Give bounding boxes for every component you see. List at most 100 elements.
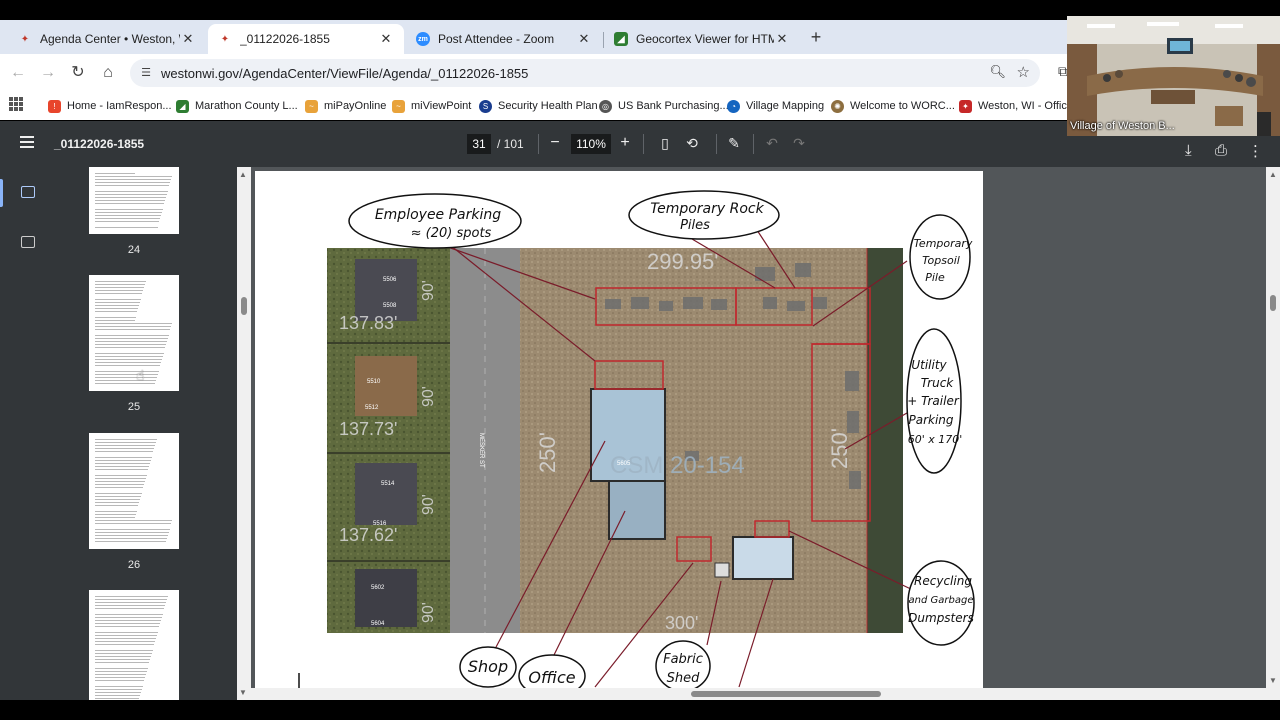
fit-page-icon[interactable]: ▯ [655, 133, 675, 153]
rotate-icon[interactable]: ⟲ [682, 133, 702, 153]
thumbnail-text-line [95, 692, 141, 693]
scroll-up-arrow-icon[interactable]: ▲ [1269, 170, 1277, 179]
forward-button[interactable]: → [37, 62, 59, 84]
tab-zoom[interactable]: zm Post Attendee - Zoom ✕ [406, 24, 602, 54]
house-number: 5514 [381, 481, 395, 487]
scrollbar-thumb[interactable] [1270, 295, 1276, 311]
download-icon[interactable]: ⤓ [1185, 142, 1192, 159]
bookmark-item[interactable]: ! Home - IamRespon... [48, 96, 172, 116]
more-options-icon[interactable]: ⋮ [1248, 142, 1263, 160]
pdf-viewer[interactable]: ▲ ▼ 299.95' 300' CSM 20-154 137.83' 137.… [237, 167, 1280, 700]
bookmark-label: US Bank Purchasing... [618, 100, 729, 112]
undo-icon[interactable]: ↶ [762, 133, 782, 153]
page-scrollbar[interactable]: ▲ ▼ [1266, 167, 1280, 700]
tab-title: Agenda Center • Weston, WI • C [40, 32, 180, 46]
thumbnail-text-line [95, 674, 146, 675]
bookmark-star-icon[interactable]: ☆ [1017, 63, 1030, 81]
pdf-menu-icon[interactable] [20, 136, 34, 148]
annotate-pen-icon[interactable]: ✎ [724, 133, 744, 153]
thumbnail-text-line [95, 662, 149, 663]
bookmark-item[interactable]: ◎ US Bank Purchasing... [599, 96, 729, 116]
page-thumbnail[interactable] [89, 167, 179, 234]
bookmark-favicon-icon: ◢ [176, 99, 189, 113]
screen: ✦ Agenda Center • Weston, WI • C ✕ ✦ _01… [0, 0, 1280, 720]
toolbar-divider [643, 134, 644, 154]
bookmark-label: miPayOnline [324, 100, 387, 112]
close-icon[interactable]: ✕ [576, 31, 592, 47]
redo-icon[interactable]: ↷ [789, 133, 809, 153]
scrollbar-thumb[interactable] [241, 297, 247, 315]
thumbnail-text-line [95, 218, 160, 219]
zoom-video-overlay[interactable]: Village of Weston B... [1067, 16, 1280, 136]
street-label: MESKER ST [478, 433, 484, 468]
apps-grid-icon[interactable] [9, 97, 23, 111]
meeting-room-video [1067, 16, 1280, 136]
tab-title: Post Attendee - Zoom [438, 32, 555, 46]
zoom-in-button[interactable]: + [615, 133, 635, 153]
thumbnail-text-line [95, 293, 142, 294]
house-number: 5512 [365, 405, 379, 411]
close-icon[interactable]: ✕ [378, 31, 394, 47]
outline-icon[interactable] [21, 236, 35, 248]
address-bar[interactable]: ☰ westonwi.gov/AgendaCenter/ViewFile/Age… [130, 59, 1040, 87]
scroll-down-arrow-icon[interactable]: ▼ [239, 688, 247, 697]
tab-agenda-center[interactable]: ✦ Agenda Center • Weston, WI • C ✕ [8, 24, 206, 54]
thumbnail-text-line [95, 517, 135, 518]
page-number-input[interactable]: 31 [467, 134, 491, 154]
bookmark-item[interactable]: ◔ Village Mapping [727, 96, 824, 116]
thumbnail-text-line [95, 209, 163, 210]
thumbnail-text-line [95, 439, 157, 440]
close-icon[interactable]: ✕ [774, 31, 790, 47]
lot-depth: 90' [420, 602, 437, 623]
lot-depth: 90' [420, 386, 437, 407]
back-button[interactable]: ← [7, 62, 29, 84]
bookmark-item[interactable]: ◢ Marathon County L... [176, 96, 298, 116]
bookmark-item[interactable]: S Security Health Plan [479, 96, 598, 116]
thumbnail-text-line [95, 511, 137, 512]
page-thumbnail[interactable] [89, 590, 179, 700]
zoom-out-button[interactable]: − [545, 133, 565, 153]
url-text: westonwi.gov/AgendaCenter/ViewFile/Agend… [161, 66, 529, 81]
bookmark-item[interactable]: ✺ Welcome to WORC... [831, 96, 955, 116]
zoom-magnifier-icon[interactable]: 🔍︎ [989, 64, 1006, 80]
tab-geocortex[interactable]: ◢ Geocortex Viewer for HTML5 ✕ [604, 24, 800, 54]
bookmark-favicon-icon: ✦ [959, 99, 972, 113]
thumbnails-icon[interactable] [21, 186, 35, 198]
bookmark-item[interactable]: ~ miPayOnline [305, 96, 386, 116]
house-number: 5605 [617, 461, 631, 467]
thumbnail-scrollbar[interactable]: ▲ ▼ [237, 167, 251, 700]
home-button[interactable]: ⌂ [97, 62, 119, 84]
thumbnail-text-line [95, 680, 144, 681]
bookmark-item[interactable]: ~ miViewPoint [392, 96, 471, 116]
site-info-icon[interactable]: ☰ [138, 65, 154, 81]
page-thumbnail[interactable] [89, 275, 179, 391]
thumbnail-text-line [95, 650, 153, 651]
zoom-level-input[interactable]: 110% [571, 134, 611, 154]
thumbnail-text-line [95, 383, 155, 384]
close-icon[interactable]: ✕ [180, 31, 196, 47]
thumbnail-text-line [95, 380, 156, 381]
thumbnail-text-line [95, 305, 139, 306]
thumbnail-text-line [95, 686, 143, 687]
scroll-down-arrow-icon[interactable]: ▼ [1269, 676, 1277, 685]
dim-top: 299.95' [647, 249, 719, 274]
weston-logo-icon: ✦ [20, 33, 30, 45]
bookmark-item[interactable]: ✦ Weston, WI - Officia [959, 96, 1075, 116]
print-icon[interactable]: ⎙ [1215, 142, 1227, 159]
page-thumbnail[interactable] [89, 433, 179, 549]
scrollbar-thumb[interactable] [691, 691, 881, 697]
reload-button[interactable]: ↻ [67, 62, 89, 84]
horizontal-scrollbar[interactable] [251, 688, 1266, 700]
callout-text: Recycling [914, 574, 972, 588]
dim-right: 250' [827, 428, 852, 469]
thumbnail-text-line [95, 308, 138, 309]
thumbnail-text-line [95, 532, 169, 533]
tab-pdf[interactable]: ✦ _01122026-1855 ✕ [208, 24, 404, 54]
thumbnail-text-line [95, 179, 171, 180]
new-tab-button[interactable]: + [806, 28, 826, 48]
scroll-up-arrow-icon[interactable]: ▲ [239, 170, 247, 179]
callout-text: ≈ (20) spots [411, 226, 492, 241]
thumbnail-text-line [95, 529, 170, 530]
toolbar-divider [538, 134, 539, 154]
thumbnail-text-line [95, 695, 140, 696]
